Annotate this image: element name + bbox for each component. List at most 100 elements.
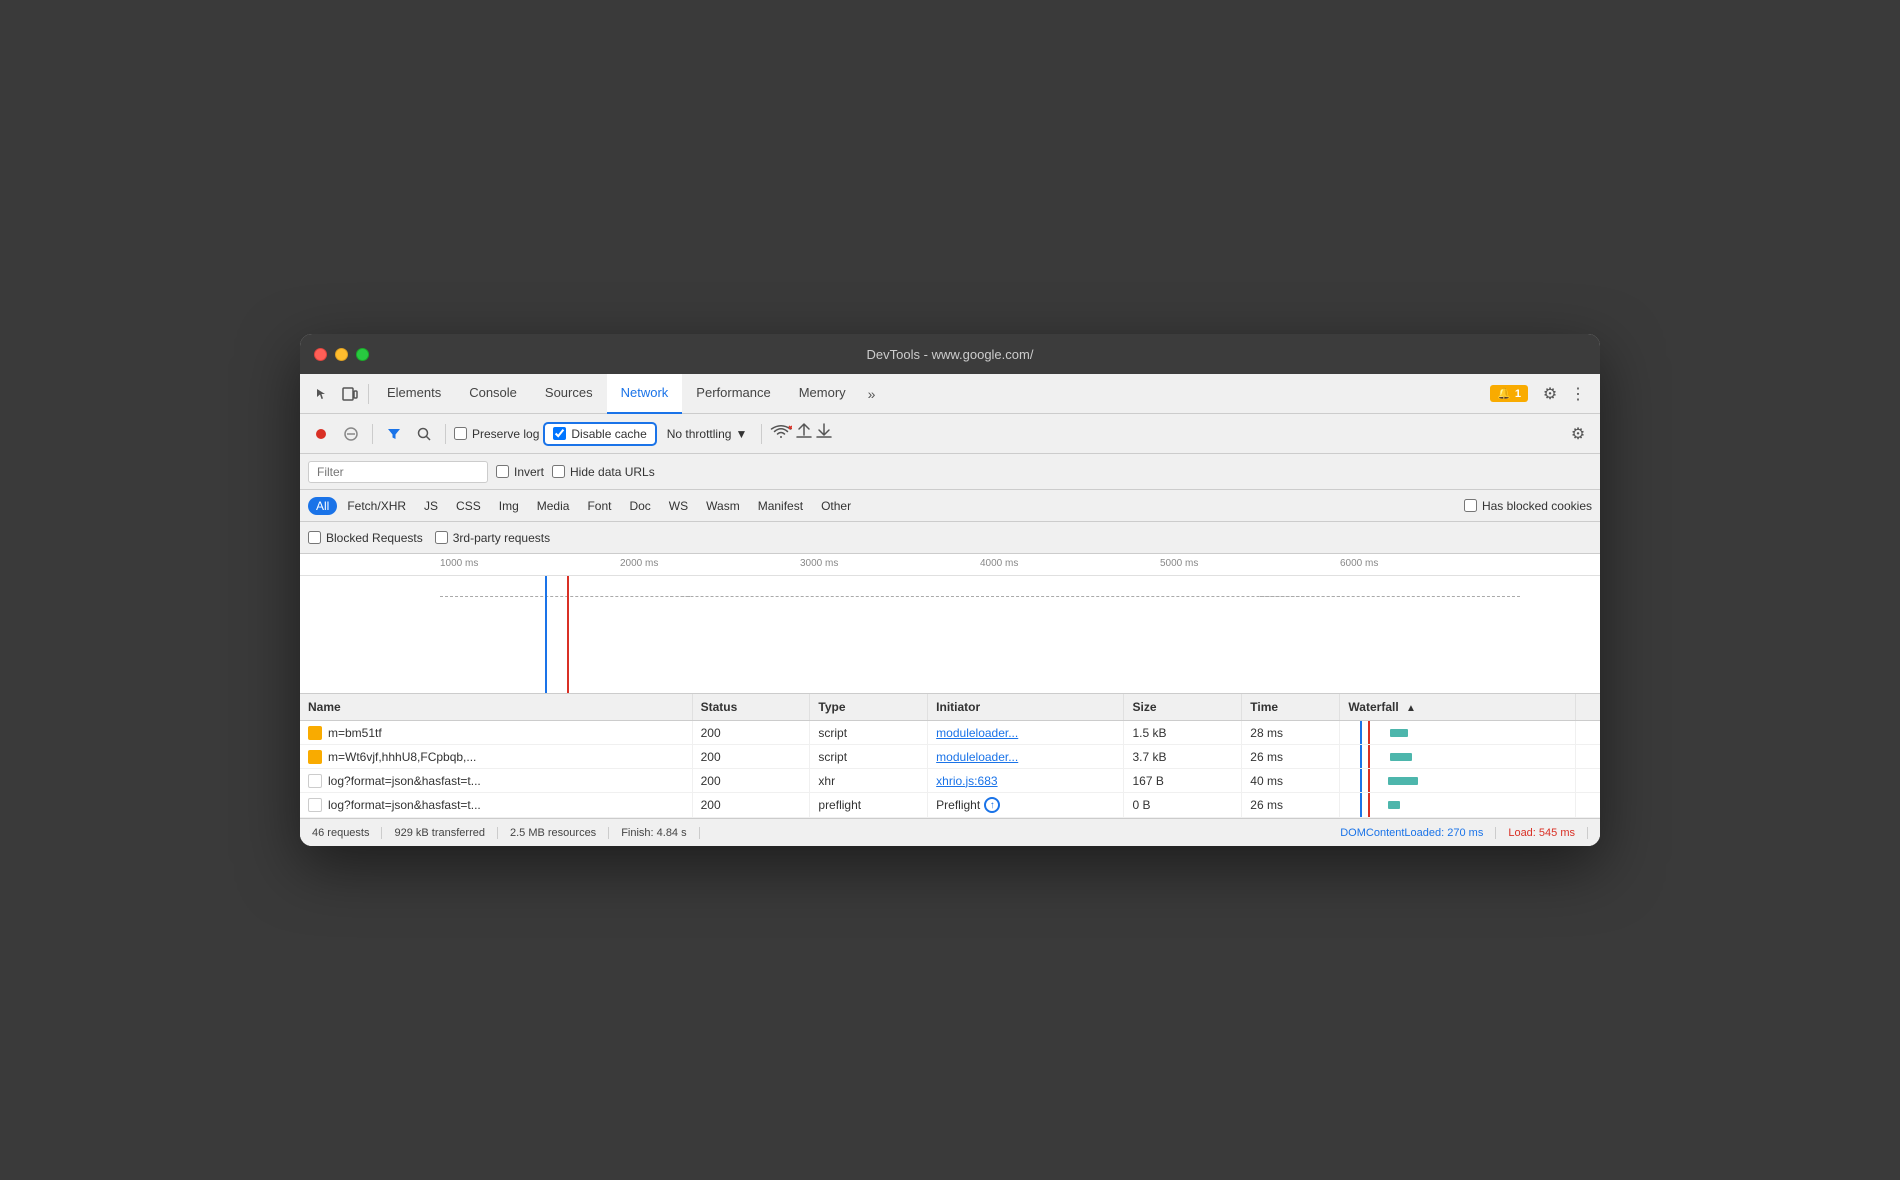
preserve-log-checkbox-label[interactable]: Preserve log: [454, 427, 539, 441]
type-btn-img[interactable]: Img: [491, 497, 527, 515]
tab-performance[interactable]: Performance: [682, 374, 784, 414]
hide-data-urls-checkbox[interactable]: [552, 465, 565, 478]
th-name[interactable]: Name: [300, 694, 693, 720]
type-btn-js[interactable]: JS: [416, 497, 446, 515]
table-row[interactable]: log?format=json&hasfast=t... 200 preflig…: [300, 793, 1600, 818]
has-blocked-cookies-checkbox[interactable]: [1464, 499, 1477, 512]
minimize-button[interactable]: [335, 348, 348, 361]
td-extra-3: [1576, 769, 1600, 792]
throttle-select[interactable]: No throttling ▼: [661, 424, 754, 444]
type-btn-font[interactable]: Font: [579, 497, 619, 515]
th-status[interactable]: Status: [693, 694, 811, 720]
td-status-2: 200: [693, 745, 811, 768]
devtools-panel: Elements Console Sources Network Perform…: [300, 374, 1600, 846]
invert-checkbox-label[interactable]: Invert: [496, 465, 544, 479]
td-type-3: xhr: [810, 769, 928, 792]
type-btn-manifest[interactable]: Manifest: [750, 497, 811, 515]
td-waterfall-1: [1340, 721, 1576, 744]
search-icon-btn[interactable]: [411, 421, 437, 447]
td-size-4: 0 B: [1124, 793, 1242, 817]
more-tabs-btn[interactable]: »: [860, 386, 884, 402]
td-type-4: preflight: [810, 793, 928, 817]
th-waterfall[interactable]: Waterfall ▲: [1340, 694, 1576, 720]
titlebar: DevTools - www.google.com/: [300, 334, 1600, 374]
td-extra-1: [1576, 721, 1600, 744]
more-vert-icon[interactable]: ⋮: [1564, 380, 1592, 408]
blocked-requests-label[interactable]: Blocked Requests: [308, 531, 423, 545]
type-btn-css[interactable]: CSS: [448, 497, 489, 515]
sort-arrow-icon: ▲: [1406, 703, 1416, 714]
type-btn-all[interactable]: All: [308, 497, 337, 515]
nav-separator-1: [368, 384, 369, 404]
td-initiator-1: moduleloader...: [928, 721, 1124, 744]
th-type[interactable]: Type: [810, 694, 928, 720]
maximize-button[interactable]: [356, 348, 369, 361]
td-name-4: log?format=json&hasfast=t...: [300, 793, 693, 817]
blocked-requests-checkbox[interactable]: [308, 531, 321, 544]
hide-data-urls-checkbox-label[interactable]: Hide data URLs: [552, 465, 655, 479]
td-extra-4: [1576, 793, 1600, 817]
record-btn[interactable]: [308, 421, 334, 447]
disable-cache-checkbox[interactable]: [553, 427, 566, 440]
disable-cache-wrapper: Disable cache: [543, 422, 656, 446]
td-type-2: script: [810, 745, 928, 768]
tick-4: 4000 ms: [980, 558, 1160, 575]
third-party-checkbox[interactable]: [435, 531, 448, 544]
filter-input[interactable]: [308, 461, 488, 483]
type-filter-bar: All Fetch/XHR JS CSS Img Media Font Doc …: [300, 490, 1600, 522]
online-status-icon[interactable]: [770, 424, 792, 443]
upload-icon[interactable]: [796, 422, 812, 445]
td-initiator-4: Preflight ↑: [928, 793, 1124, 817]
network-settings-icon[interactable]: ⚙: [1564, 420, 1592, 448]
traffic-lights: [314, 348, 369, 361]
table-row[interactable]: log?format=json&hasfast=t... 200 xhr xhr…: [300, 769, 1600, 793]
download-icon[interactable]: [816, 422, 832, 445]
tab-sources[interactable]: Sources: [531, 374, 607, 414]
td-size-3: 167 B: [1124, 769, 1242, 792]
options-bar: Blocked Requests 3rd-party requests: [300, 522, 1600, 554]
td-name-3: log?format=json&hasfast=t...: [300, 769, 693, 792]
initiator-link-1[interactable]: moduleloader...: [936, 726, 1018, 740]
timeline-panel: 1000 ms 2000 ms 3000 ms 4000 ms 5000 ms …: [300, 554, 1600, 694]
notification-badge[interactable]: 🔔 1: [1490, 385, 1528, 402]
td-extra-2: [1576, 745, 1600, 768]
initiator-link-2[interactable]: moduleloader...: [936, 750, 1018, 764]
tab-elements[interactable]: Elements: [373, 374, 455, 414]
status-resources: 2.5 MB resources: [498, 827, 609, 839]
cursor-icon-btn[interactable]: [308, 380, 336, 408]
type-btn-media[interactable]: Media: [529, 497, 578, 515]
type-btn-fetch-xhr[interactable]: Fetch/XHR: [339, 497, 414, 515]
tab-network[interactable]: Network: [607, 374, 683, 414]
third-party-label[interactable]: 3rd-party requests: [435, 531, 550, 545]
close-button[interactable]: [314, 348, 327, 361]
tab-console[interactable]: Console: [455, 374, 531, 414]
tick-2: 2000 ms: [620, 558, 800, 575]
th-initiator[interactable]: Initiator: [928, 694, 1124, 720]
timeline-ruler: 1000 ms 2000 ms 3000 ms 4000 ms 5000 ms …: [300, 554, 1600, 576]
invert-checkbox[interactable]: [496, 465, 509, 478]
td-size-2: 3.7 kB: [1124, 745, 1242, 768]
type-btn-ws[interactable]: WS: [661, 497, 696, 515]
filter-icon-btn[interactable]: [381, 421, 407, 447]
toolbar-sep-1: [372, 424, 373, 444]
th-time[interactable]: Time: [1242, 694, 1340, 720]
nav-tabs-bar: Elements Console Sources Network Perform…: [300, 374, 1600, 414]
tab-memory[interactable]: Memory: [785, 374, 860, 414]
toolbar-sep-2: [445, 424, 446, 444]
th-size[interactable]: Size: [1124, 694, 1242, 720]
preserve-log-checkbox[interactable]: [454, 427, 467, 440]
type-btn-wasm[interactable]: Wasm: [698, 497, 748, 515]
disable-cache-checkbox-label[interactable]: Disable cache: [553, 427, 646, 441]
clear-btn[interactable]: [338, 421, 364, 447]
settings-icon[interactable]: ⚙: [1536, 380, 1564, 408]
initiator-link-3[interactable]: xhrio.js:683: [936, 774, 997, 788]
preflight-icon: ↑: [984, 797, 1000, 813]
type-btn-doc[interactable]: Doc: [621, 497, 658, 515]
window-title: DevTools - www.google.com/: [867, 347, 1034, 362]
table-row[interactable]: m=bm51tf 200 script moduleloader... 1.5 …: [300, 721, 1600, 745]
device-toggle-btn[interactable]: [336, 380, 364, 408]
tick-5: 5000 ms: [1160, 558, 1340, 575]
table-row[interactable]: m=Wt6vjf,hhhU8,FCpbqb,... 200 script mod…: [300, 745, 1600, 769]
type-btn-other[interactable]: Other: [813, 497, 859, 515]
has-blocked-cookies-label[interactable]: Has blocked cookies: [1464, 499, 1592, 513]
